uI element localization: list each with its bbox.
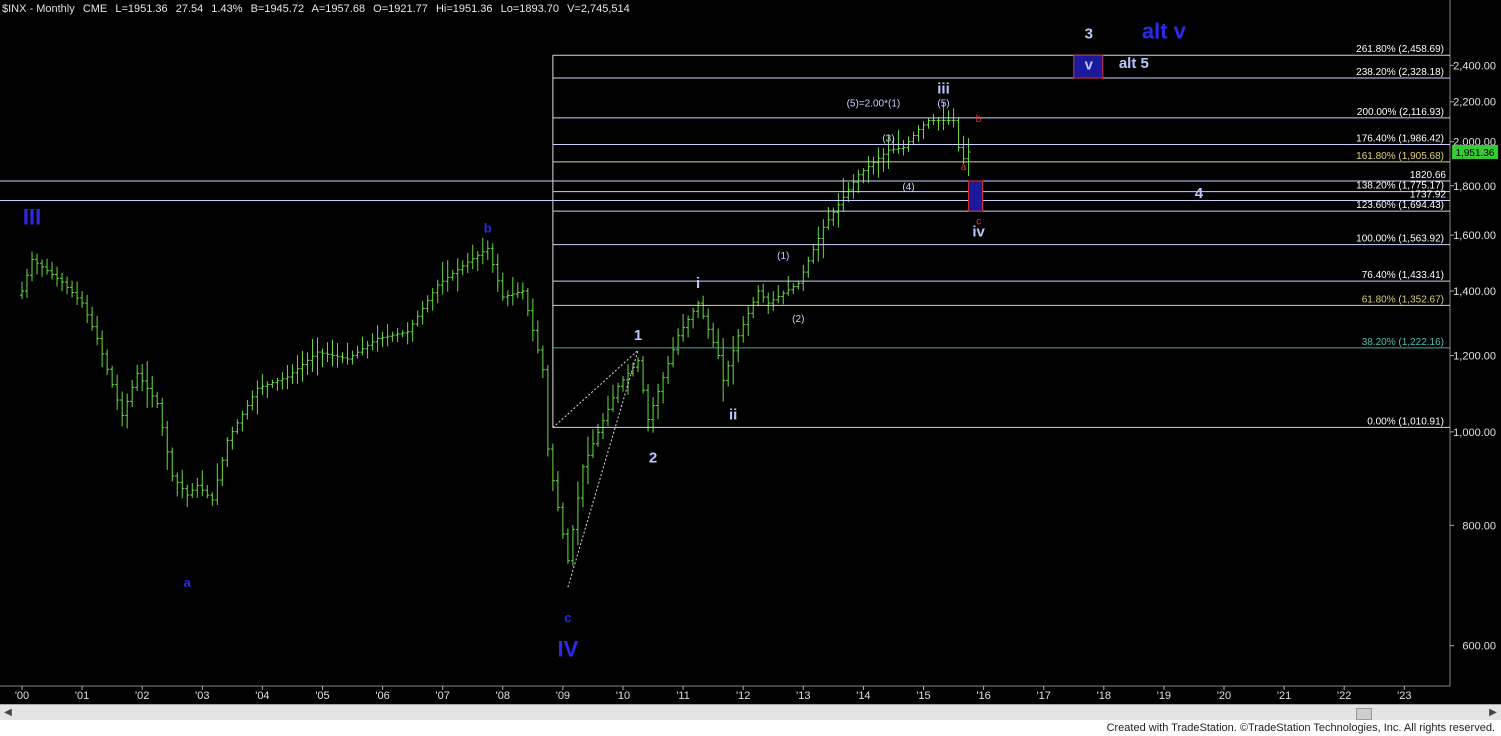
x-tick-label: '17 <box>1037 690 1051 702</box>
y-tick-label: 600.00 <box>1462 641 1496 653</box>
x-tick-label: '10 <box>616 690 630 702</box>
low-label: Lo=1893.70 <box>500 3 560 15</box>
y-tick-label: 1,000.00 <box>1453 427 1496 439</box>
x-tick-label: '03 <box>195 690 209 702</box>
x-tick-label: '09 <box>556 690 570 702</box>
x-tick-label: '12 <box>736 690 750 702</box>
fib-level-label: 0.00% (1,010.91) <box>1367 416 1444 427</box>
wave-label: (2) <box>792 314 804 325</box>
x-tick-label: '19 <box>1157 690 1171 702</box>
wave-label: ii <box>729 406 737 423</box>
wave-label: 3 <box>1085 25 1093 42</box>
chart-canvas: 600.00 800.00 1,000.00 1,200.00 1,400.00 1,60… <box>0 0 1501 704</box>
x-tick-label: '00 <box>15 690 29 702</box>
chart-header: $INX - Monthly CME L=1951.36 27.54 1.43%… <box>2 3 635 15</box>
volume-label: V=2,745,514 <box>567 3 630 15</box>
symbol-title: $INX - Monthly <box>2 3 75 15</box>
wave-label: (5) <box>937 99 949 110</box>
x-tick-label: '08 <box>496 690 510 702</box>
wave-label: IV <box>558 636 579 661</box>
footer-credit: Created with TradeStation. ©TradeStation… <box>1106 722 1495 734</box>
y-tick-label: 1,400.00 <box>1453 286 1496 298</box>
x-tick-label: '07 <box>436 690 450 702</box>
scroll-left-icon[interactable]: ◀ <box>2 707 14 719</box>
fib-level-label: 123.60% (1,694.43) <box>1356 200 1444 211</box>
x-tick-label: '22 <box>1337 690 1351 702</box>
target-box <box>968 180 984 212</box>
x-tick-label: '01 <box>75 690 89 702</box>
wave-label: i <box>696 275 700 292</box>
x-tick-label: '05 <box>315 690 329 702</box>
x-tick-label: '02 <box>135 690 149 702</box>
wave-label: (5)=2.00*(1) <box>847 99 901 110</box>
scroll-right-icon[interactable]: ▶ <box>1487 707 1499 719</box>
open-label: O=1921.77 <box>373 3 428 15</box>
wave-label: a <box>961 162 967 173</box>
wave-label: iii <box>937 80 950 97</box>
change-label: 27.54 <box>175 3 204 15</box>
fib-level-label: 61.80% (1,352.67) <box>1362 294 1444 305</box>
y-tick-label: 2,400.00 <box>1453 60 1496 72</box>
x-tick-label: '06 <box>375 690 389 702</box>
x-tick-label: '14 <box>856 690 870 702</box>
wave-label: a <box>184 575 192 590</box>
fib-level-label: 76.40% (1,433.41) <box>1362 270 1444 281</box>
x-tick-label: '16 <box>976 690 990 702</box>
x-tick-label: '13 <box>796 690 810 702</box>
scroll-thumb[interactable] <box>1356 708 1372 720</box>
wave-label: (3) <box>882 134 894 145</box>
last-price-label: 1,951.36 <box>1456 148 1495 159</box>
fib-level-label: 38.20% (1,222.16) <box>1362 337 1444 348</box>
y-tick-label: 1,200.00 <box>1453 351 1496 363</box>
wave-label: b <box>976 114 982 125</box>
wave-label: 1 <box>634 327 642 344</box>
y-tick-label: 1,800.00 <box>1453 181 1496 193</box>
chart-background <box>0 0 1501 704</box>
high-label: Hi=1951.36 <box>435 3 493 15</box>
wave-label: (1) <box>777 251 789 262</box>
wave-label: alt 5 <box>1119 55 1149 72</box>
bid-label: B=1945.72 <box>250 3 305 15</box>
wave-label: iv <box>972 223 985 240</box>
fib-level-label: 238.20% (2,328.18) <box>1356 67 1444 78</box>
wave-label: v <box>1085 57 1094 74</box>
x-tick-label: '15 <box>916 690 930 702</box>
exchange-label: CME <box>82 3 108 15</box>
wave-label: b <box>484 220 492 235</box>
x-tick-label: '04 <box>255 690 269 702</box>
x-tick-label: '23 <box>1397 690 1411 702</box>
wave-label: alt v <box>1142 18 1187 43</box>
wave-label: (4) <box>902 182 914 193</box>
fib-level-label: 100.00% (1,563.92) <box>1356 234 1444 245</box>
ask-label: A=1957.68 <box>311 3 366 15</box>
fib-level-label: 261.80% (2,458.69) <box>1356 44 1444 55</box>
y-tick-label: 800.00 <box>1462 520 1496 532</box>
x-tick-label: '18 <box>1097 690 1111 702</box>
y-tick-label: 2,200.00 <box>1453 97 1496 109</box>
fib-level-label: 176.40% (1,986.42) <box>1356 134 1444 145</box>
wave-label: c <box>564 610 571 625</box>
wave-label: 2 <box>649 449 657 466</box>
footer: Created with TradeStation. ©TradeStation… <box>0 720 1501 736</box>
wave-label: III <box>23 205 41 230</box>
x-tick-label: '20 <box>1217 690 1231 702</box>
horizontal-scrollbar[interactable]: ◀ ▶ <box>0 704 1501 721</box>
x-tick-label: '21 <box>1277 690 1291 702</box>
fib-level-label: 200.00% (2,116.93) <box>1357 107 1444 118</box>
y-tick-label: 1,600.00 <box>1453 230 1496 242</box>
fib-level-label: 161.80% (1,905.68) <box>1356 151 1444 162</box>
support-line-label: 1737.92 <box>1410 189 1447 200</box>
last-label: L=1951.36 <box>115 3 168 15</box>
wave-label: 4 <box>1195 185 1204 202</box>
change-pct-label: 1.43% <box>211 3 243 15</box>
support-line-label: 1820.66 <box>1410 170 1447 181</box>
x-tick-label: '11 <box>676 690 690 702</box>
